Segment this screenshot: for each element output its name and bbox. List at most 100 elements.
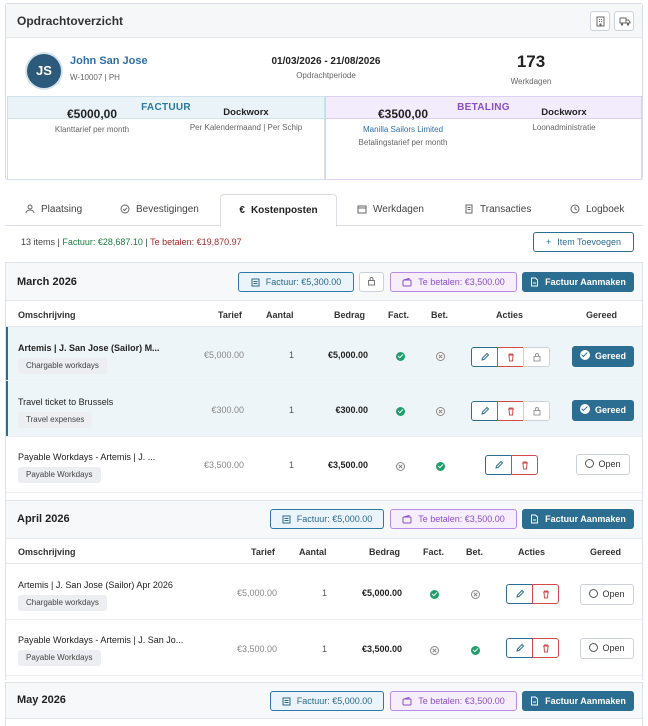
month-betalen-pill[interactable]: Te betalen: €3,500.00 [390, 272, 517, 292]
col-actions: Acties [518, 547, 546, 557]
edit-button[interactable] [485, 455, 512, 475]
bet-check-icon [471, 646, 480, 655]
delete-button[interactable] [511, 455, 538, 475]
file-icon [531, 696, 539, 706]
pencil-icon [516, 643, 525, 652]
delete-button[interactable] [497, 401, 524, 421]
month-betalen-amount: Te betalen: €3,500.00 [418, 696, 505, 706]
edit-button[interactable] [506, 638, 533, 658]
edit-button[interactable] [506, 584, 533, 604]
done-toggle[interactable]: Open [580, 638, 634, 659]
done-toggle[interactable]: Gereed [572, 346, 634, 367]
delete-button[interactable] [497, 347, 524, 367]
wallet-icon [402, 514, 412, 524]
tab-label: Plaatsing [41, 204, 83, 215]
check-icon [579, 350, 590, 360]
row-qty: 1 [288, 460, 294, 470]
col-rate: Tarief [218, 310, 242, 320]
delete-button[interactable] [532, 584, 559, 604]
row-qty: 1 [321, 588, 327, 598]
col-done: Gereed [586, 310, 618, 320]
done-toggle[interactable]: Gereed [572, 400, 634, 421]
make-invoice-button[interactable]: Factuur Aanmaken [522, 272, 634, 292]
tab-bevestigingen[interactable]: Bevestigingen [120, 194, 199, 226]
contractor-name-link[interactable]: John San Jose [70, 55, 148, 67]
done-label: Open [598, 459, 621, 469]
col-fact: Fact. [388, 310, 410, 320]
tab-werkdagen[interactable]: Werkdagen [357, 194, 424, 226]
done-label: Gereed [594, 405, 627, 415]
tab-label: Bevestigingen [136, 204, 199, 215]
month-factuur-pill[interactable]: Factuur: €5,300.00 [238, 272, 354, 292]
month-factuur-amount: Factuur: €5,000.00 [296, 514, 373, 524]
tab-plaatsing[interactable]: Plaatsing [25, 194, 82, 226]
month-factuur-amount: Factuur: €5,300.00 [265, 277, 342, 287]
table-row[interactable]: Payable Workdays - Artemis | J. San Jo..… [6, 620, 642, 676]
row-qty: 1 [321, 644, 327, 654]
delete-button[interactable] [532, 638, 559, 658]
plus-icon: + [545, 237, 552, 247]
empty-circle-icon [589, 643, 599, 652]
make-invoice-button[interactable]: Factuur Aanmaken [522, 509, 634, 529]
tab-transacties[interactable]: Transacties [464, 194, 531, 226]
page-title: Opdrachtoverzicht [17, 14, 124, 28]
row-lock-button[interactable] [523, 347, 550, 367]
truck-button[interactable] [614, 11, 634, 31]
table-row[interactable]: Payable Workdays - Artemis | J. ... Paya… [6, 437, 642, 493]
items-summary: 13 items | Factuur: €28,687.10 | Te beta… [21, 237, 242, 247]
lock-icon [533, 353, 541, 362]
row-tag: Travel expenses [18, 412, 93, 428]
row-lock-button[interactable] [523, 401, 550, 421]
clock-icon [570, 204, 580, 214]
make-invoice-button[interactable]: Factuur Aanmaken [522, 691, 634, 711]
trash-icon [508, 353, 514, 362]
table-row[interactable]: Travel ticket to Brussels Travel expense… [6, 381, 642, 437]
done-toggle[interactable]: Open [580, 584, 634, 605]
tab-kostenposten[interactable]: € Kostenposten [220, 194, 337, 227]
fact-check-icon [430, 590, 439, 599]
factuur-rate-label: Klanttarief per month [54, 125, 130, 134]
pencil-icon [481, 352, 490, 361]
edit-button[interactable] [471, 347, 498, 367]
row-desc: Artemis | J. San Jose (Sailor) M... [18, 343, 160, 353]
user-icon [25, 204, 35, 214]
empty-circle-icon [589, 589, 599, 598]
betaling-payer-link[interactable]: Manilla Sailors Limited [338, 125, 468, 134]
col-bet: Bet. [431, 310, 449, 320]
col-rate: Tarief [251, 547, 275, 557]
period-label: Opdrachtperiode [296, 71, 356, 80]
lock-icon [533, 407, 541, 416]
contractor-meta: W-10007 | PH [70, 73, 120, 82]
factuur-rate: €5000,00 [66, 107, 118, 121]
check-circle-icon [120, 204, 130, 214]
month-section-march: March 2026 Factuur: €5,300.00 Te betalen… [5, 262, 643, 500]
edit-button[interactable] [471, 401, 498, 421]
workdays-label: Werkdagen [510, 77, 552, 86]
row-amount: €3,500.00 [361, 644, 402, 654]
fact-cross-icon [396, 462, 405, 471]
avatar: JS [27, 54, 61, 88]
table-row[interactable]: Artemis | J. San Jose (Sailor) M... Char… [6, 327, 642, 381]
col-actions: Acties [496, 310, 524, 320]
month-lock-button[interactable] [359, 272, 384, 292]
building-button[interactable] [590, 11, 610, 31]
row-rate: €5,000.00 [203, 350, 244, 360]
trash-icon [543, 644, 549, 653]
row-amount: €5,000.00 [327, 350, 368, 360]
fact-cross-icon [430, 646, 439, 655]
factuur-client: Dockworx [223, 107, 269, 118]
month-factuur-pill[interactable]: Factuur: €5,000.00 [270, 509, 384, 529]
period-range: 01/03/2026 - 21/08/2026 [271, 56, 381, 67]
done-toggle[interactable]: Open [576, 454, 630, 475]
tab-logboek[interactable]: Logboek [570, 194, 624, 226]
col-amount: Bedrag [334, 310, 366, 320]
pencil-icon [495, 460, 504, 469]
month-betalen-pill[interactable]: Te betalen: €3,500.00 [390, 509, 517, 529]
row-qty: 1 [288, 405, 294, 415]
add-item-button[interactable]: + Item Toevoegen [533, 232, 634, 252]
fact-check-icon [396, 352, 405, 361]
month-factuur-pill[interactable]: Factuur: €5,000.00 [270, 691, 384, 711]
row-desc: Payable Workdays - Artemis | J. ... [18, 452, 156, 462]
month-betalen-pill[interactable]: Te betalen: €3,500.00 [390, 691, 517, 711]
table-row[interactable]: Artemis | J. San Jose (Sailor) Apr 2026 … [6, 564, 642, 620]
